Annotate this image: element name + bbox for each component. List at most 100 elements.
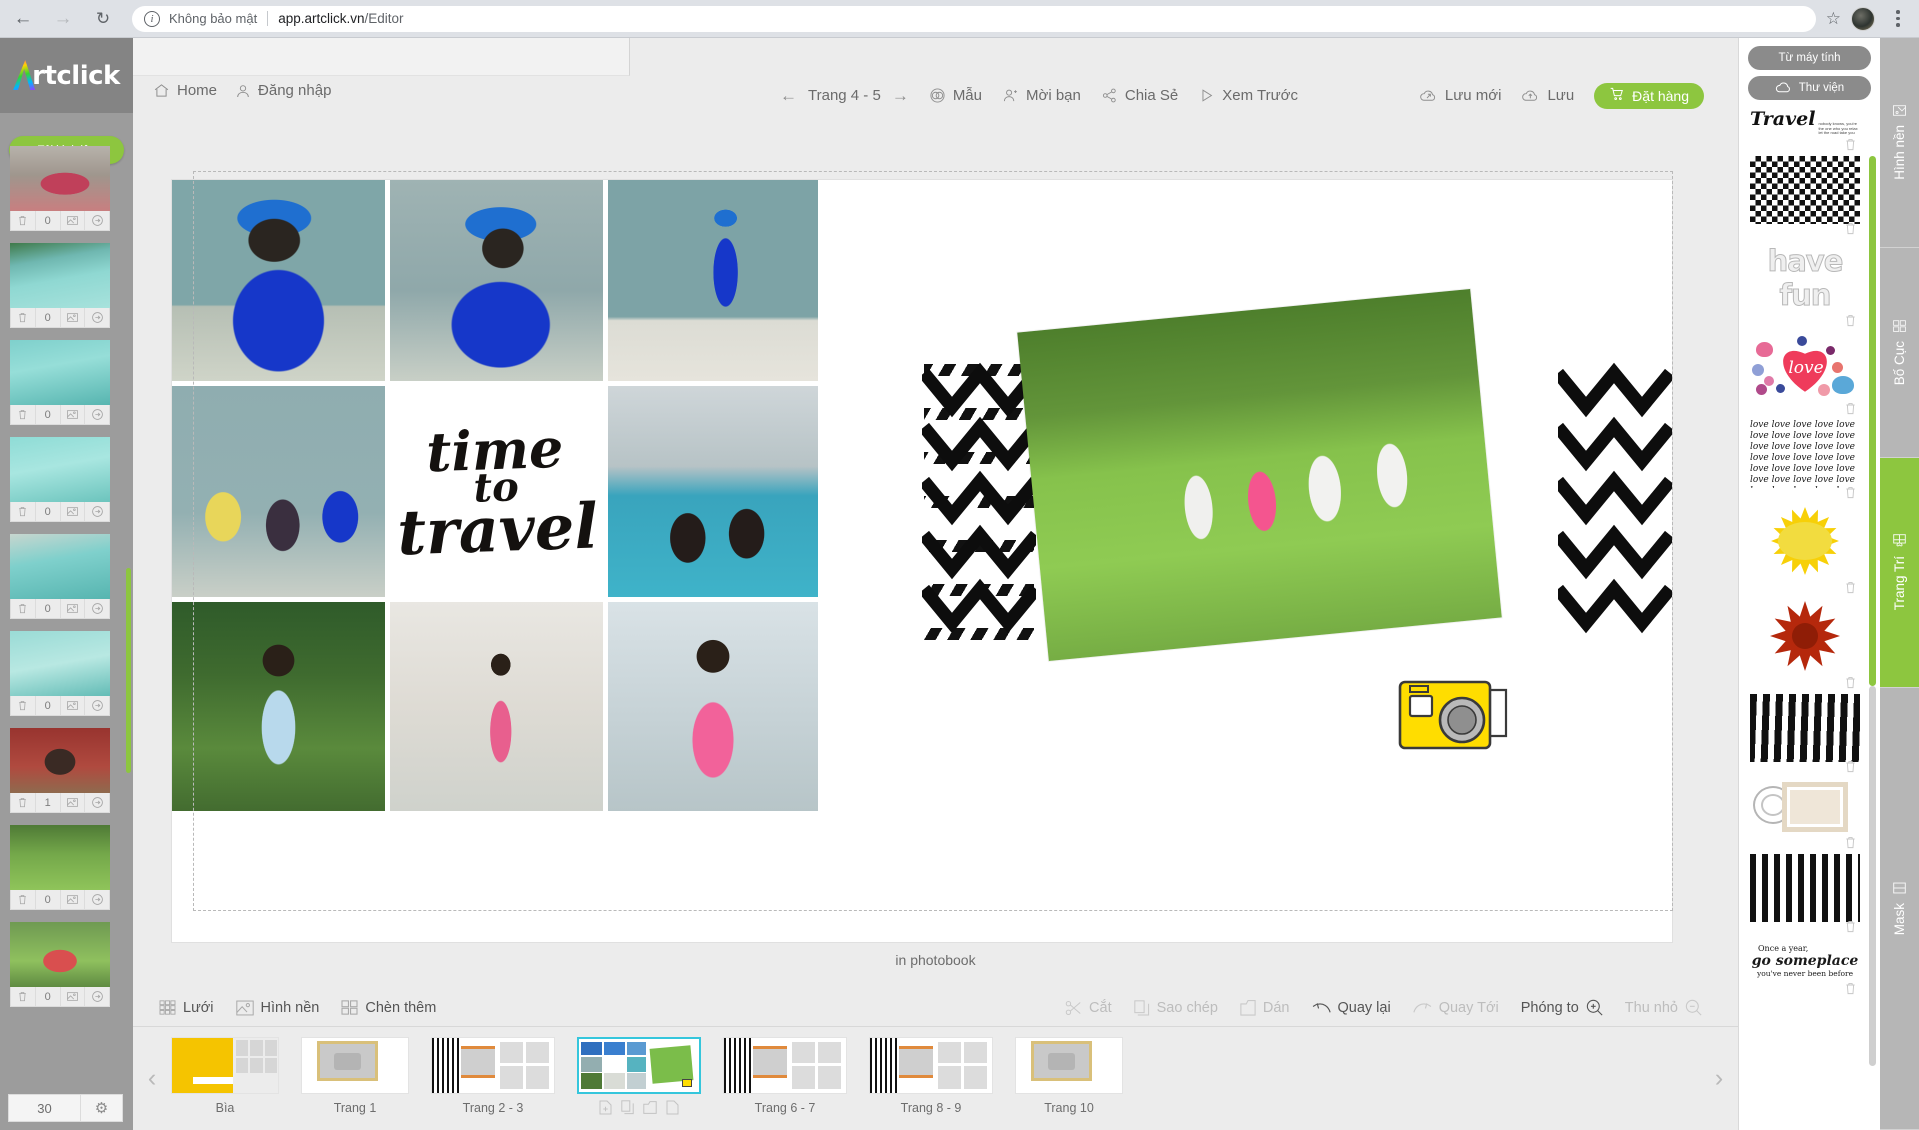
photo-thumbnail[interactable] [10, 825, 110, 890]
avatar[interactable] [1851, 6, 1875, 31]
photo-cell-5[interactable] [608, 386, 818, 597]
camera-sticker[interactable] [1396, 674, 1514, 756]
delete-page-icon[interactable] [666, 1100, 679, 1118]
page-thumbnail[interactable] [1015, 1037, 1123, 1094]
kebab-menu-icon[interactable] [1887, 10, 1909, 27]
duplicate-page-icon[interactable] [621, 1100, 634, 1118]
prev-page-arrow[interactable]: ← [780, 86, 797, 106]
save-button[interactable]: Lưu [1521, 87, 1574, 104]
arrow-right-icon[interactable] [85, 308, 109, 327]
sticker-item[interactable]: love love love love love love love love … [1750, 420, 1860, 498]
page-thumbnail[interactable] [723, 1037, 847, 1094]
left-page[interactable]: time to travel [172, 180, 922, 942]
gear-icon[interactable]: ⚙ [80, 1095, 122, 1121]
trash-icon[interactable] [11, 502, 36, 521]
sticker-item[interactable]: have fun [1750, 240, 1860, 326]
trash-icon[interactable] [1845, 836, 1856, 852]
image-icon[interactable] [61, 502, 86, 521]
photo-thumbnail-card[interactable]: 0 [10, 340, 110, 425]
page-thumbnail[interactable] [171, 1037, 279, 1094]
grid-button[interactable]: Lưới [159, 1000, 214, 1016]
asset-panel-scrollbar[interactable] [1869, 156, 1876, 686]
trash-icon[interactable] [1845, 760, 1856, 776]
page-thumbnail-item[interactable]: Trang 2 - 3 [431, 1037, 555, 1115]
order-button[interactable]: Đặt hàng [1594, 82, 1704, 109]
template-button[interactable]: Mẫu [929, 87, 982, 104]
photo-thumbnail-card[interactable]: 0 [10, 825, 110, 910]
page-thumbnail-item[interactable]: Trang 1 [301, 1037, 409, 1115]
black-brush-dashes-pattern[interactable] [1750, 693, 1860, 762]
trash-icon[interactable] [1845, 982, 1856, 998]
black-squares-pattern[interactable] [1750, 853, 1860, 922]
image-icon[interactable] [61, 308, 86, 327]
photo-thumbnail[interactable] [10, 922, 110, 987]
trash-icon[interactable] [1845, 581, 1856, 597]
sticker-item[interactable] [1750, 778, 1860, 848]
arrow-right-icon[interactable] [85, 599, 109, 618]
page-thumbnail-item[interactable]: Trang 10 [1015, 1037, 1123, 1115]
trash-icon[interactable] [1845, 222, 1856, 238]
page-thumbnail-item[interactable]: Trang 6 - 7 [723, 1037, 847, 1115]
canvas-area[interactable]: time to travel in photobook [133, 109, 1738, 989]
photo-thumbnail-card[interactable]: 0 [10, 631, 110, 716]
photo-thumbnail-card[interactable]: 0 [10, 922, 110, 1007]
right-page[interactable] [922, 180, 1672, 942]
trash-icon[interactable] [1845, 676, 1856, 692]
trash-icon[interactable] [11, 696, 36, 715]
asset-panel-scrolltrack[interactable] [1869, 686, 1876, 1066]
trash-icon[interactable] [1845, 138, 1856, 154]
sticker-item[interactable] [1750, 693, 1860, 772]
photo-thumbnail-card[interactable]: 0 [10, 534, 110, 619]
photo-cell-2[interactable] [390, 180, 603, 381]
vertical-tab-bar[interactable]: Hình nền Bố Cục Trang Trí Mask [1880, 38, 1919, 1130]
library-button[interactable]: Thư viện [1748, 76, 1871, 100]
forward-arrow-icon[interactable]: → [46, 2, 80, 36]
photo-cell-4[interactable] [172, 386, 385, 597]
arrow-right-icon[interactable] [85, 502, 109, 521]
page-thumbnail-selected[interactable] [577, 1037, 701, 1094]
yellow-sun-burst[interactable] [1750, 504, 1860, 583]
sticker-item[interactable]: Travel nobody knows, you're the one who y… [1750, 104, 1860, 150]
photo-thumbnail[interactable] [10, 243, 110, 308]
strip-prev-arrow[interactable]: ‹ [133, 1027, 171, 1130]
black-white-diamond-pattern[interactable] [1750, 155, 1860, 224]
image-icon[interactable] [61, 599, 86, 618]
image-icon[interactable] [61, 696, 86, 715]
photo-cell-7[interactable] [390, 602, 603, 811]
vtab-bố-cục[interactable]: Bố Cục [1880, 248, 1919, 458]
image-icon[interactable] [61, 793, 86, 812]
vtab-hình-nền[interactable]: Hình nền [1880, 38, 1919, 248]
love-heart-watercolor[interactable]: love [1750, 332, 1860, 404]
family-photo[interactable] [1017, 288, 1502, 662]
photo-thumbnail-card[interactable]: 0 [10, 146, 110, 231]
vtab-mask[interactable]: Mask [1880, 688, 1919, 1130]
page-items[interactable]: Bìa Trang 1 Trang 2 - 3 Trang 6 - 7 Trang 8 … [171, 1027, 1700, 1118]
photo-thumbnail-card[interactable]: 0 [10, 243, 110, 328]
love-script-pattern[interactable]: love love love love love love love love … [1750, 420, 1860, 488]
travel-word-art[interactable]: Travel nobody knows, you're the one who y… [1750, 104, 1860, 140]
arrow-right-icon[interactable] [85, 890, 109, 909]
photo-cell-8[interactable] [608, 602, 818, 811]
redo-button[interactable]: Quay Tới [1413, 1000, 1499, 1016]
preview-button[interactable]: Xem Trước [1198, 87, 1298, 104]
trash-icon[interactable] [11, 308, 36, 327]
page-thumbnail[interactable] [869, 1037, 993, 1094]
sticker-item[interactable] [1750, 504, 1860, 593]
trash-icon[interactable] [1845, 314, 1856, 330]
trash-icon[interactable] [11, 793, 36, 812]
image-icon[interactable] [61, 890, 86, 909]
photo-thumbnail-card[interactable]: 0 [10, 437, 110, 522]
photo-cell-1[interactable] [172, 180, 385, 381]
sticker-item[interactable]: love [1750, 332, 1860, 414]
page-thumbnail[interactable] [301, 1037, 409, 1094]
photo-thumbnail-card[interactable]: 1 [10, 728, 110, 813]
trash-icon[interactable] [11, 599, 36, 618]
from-computer-button[interactable]: Từ máy tính [1748, 46, 1871, 70]
page-thumbnail-item[interactable]: Trang 8 - 9 [869, 1037, 993, 1115]
reload-icon[interactable]: ↻ [86, 2, 120, 36]
save-as-button[interactable]: Lưu mới [1419, 87, 1501, 104]
zoom-out-button[interactable]: Thu nhỏ [1625, 999, 1702, 1016]
image-icon[interactable] [61, 987, 86, 1006]
image-icon[interactable] [61, 405, 86, 424]
sticker-item[interactable] [1750, 853, 1860, 932]
